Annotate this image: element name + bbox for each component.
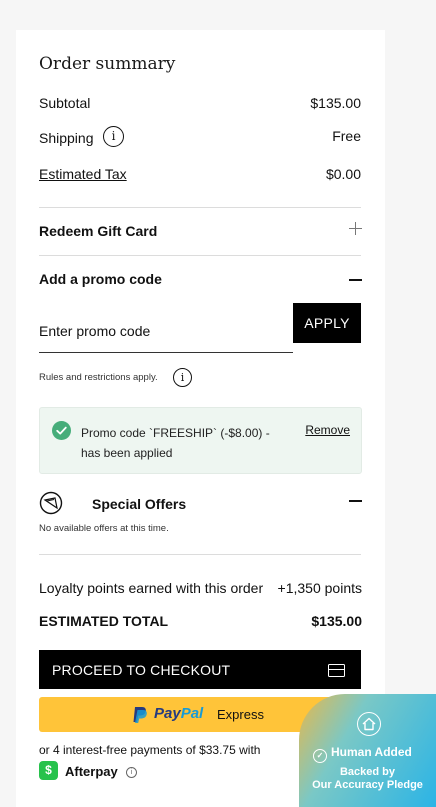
- promo-code-input[interactable]: [39, 310, 293, 353]
- afterpay-info-icon[interactable]: i: [126, 767, 137, 778]
- loyalty-value: +1,350 points: [277, 580, 362, 596]
- paypal-icon: [133, 707, 147, 723]
- tax-row: Estimated Tax $0.00: [39, 162, 361, 186]
- order-summary-card: Order summary Subtotal $135.00 Shipping …: [16, 30, 385, 807]
- pledge-subtitle: Backed by Our Accuracy Pledge: [312, 766, 423, 791]
- pledge-title: ✓ Human Added: [313, 745, 412, 763]
- paypal-express-label: Express: [217, 707, 264, 722]
- promo-applied-text: Promo code `FREESHIP` (-$8.00) - has bee…: [81, 426, 270, 460]
- no-offers-text: No available offers at this time.: [39, 523, 169, 534]
- check-icon: ✓: [313, 749, 327, 763]
- divider: [39, 255, 361, 256]
- subtotal-value: $135.00: [310, 95, 361, 111]
- rules-text: Rules and restrictions apply.: [39, 372, 158, 383]
- tax-value: $0.00: [325, 166, 361, 182]
- accuracy-pledge-badge[interactable]: ✓ Human Added Backed by Our Accuracy Pledg…: [299, 694, 436, 807]
- shipping-info-icon[interactable]: i: [103, 126, 124, 147]
- shipping-label: Shipping: [39, 130, 94, 146]
- special-offers-title: Special Offers: [92, 496, 187, 512]
- shipping-value: Free: [332, 128, 361, 144]
- subtotal-row: Subtotal $135.00: [39, 91, 361, 115]
- special-offers-icon: [39, 491, 63, 515]
- apply-button[interactable]: APPLY: [293, 303, 361, 343]
- house-icon: [357, 712, 381, 736]
- promo-applied-notice: Promo code `FREESHIP` (-$8.00) - has bee…: [39, 407, 362, 474]
- plus-icon[interactable]: [349, 222, 362, 235]
- divider: [39, 207, 361, 208]
- estimated-tax-link[interactable]: Estimated Tax: [39, 166, 127, 182]
- checkout-label: PROCEED TO CHECKOUT: [52, 662, 231, 678]
- page-title: Order summary: [39, 54, 176, 74]
- afterpay-installments-text: or 4 interest-free payments of $33.75 wi…: [39, 743, 261, 757]
- promo-code-toggle[interactable]: Add a promo code: [39, 271, 162, 287]
- credit-card-icon: [328, 664, 345, 677]
- estimated-total-value: $135.00: [311, 613, 362, 629]
- afterpay-logo-icon: $: [39, 761, 58, 780]
- divider: [39, 554, 361, 555]
- check-circle-icon: [52, 421, 71, 440]
- afterpay-name: Afterpay: [65, 764, 118, 779]
- rules-info-icon[interactable]: i: [173, 368, 192, 387]
- redeem-gift-card-toggle[interactable]: Redeem Gift Card: [39, 223, 157, 239]
- loyalty-label: Loyalty points earned with this order: [39, 580, 264, 596]
- minus-icon[interactable]: [349, 279, 362, 281]
- remove-promo-link[interactable]: Remove: [305, 423, 350, 437]
- paypal-logo-text: PayPal: [154, 705, 204, 722]
- shipping-row: Shipping i Free: [39, 126, 361, 150]
- estimated-total-label: ESTIMATED TOTAL: [39, 613, 169, 629]
- subtotal-label: Subtotal: [39, 95, 91, 111]
- minus-icon[interactable]: [349, 500, 362, 502]
- proceed-to-checkout-button[interactable]: PROCEED TO CHECKOUT: [39, 650, 361, 689]
